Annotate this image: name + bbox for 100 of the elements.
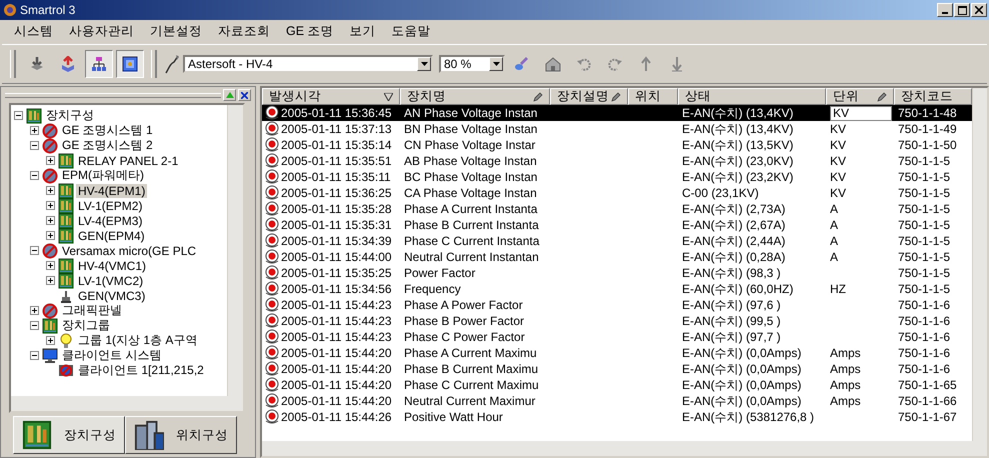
expand-toggle[interactable] xyxy=(29,125,40,136)
pen-icon xyxy=(164,54,180,74)
timestamp: 2005-01-11 15:44:26 xyxy=(281,410,392,424)
gear-icon xyxy=(3,3,17,17)
device-dropdown[interactable]: Astersoft - HV-4 xyxy=(183,55,433,73)
table-cell: C-00 (23,1KV) xyxy=(682,186,759,200)
minus-icon xyxy=(30,351,39,360)
timestamp: 2005-01-11 15:35:51 xyxy=(281,154,392,168)
collapse-toggle[interactable] xyxy=(29,245,40,256)
table-cell: Phase B Power Factor xyxy=(404,314,524,328)
menu-item[interactable]: 도움말 xyxy=(384,22,439,40)
column-header[interactable]: 상태 xyxy=(678,88,826,105)
close-button[interactable] xyxy=(238,89,251,101)
table-cell: 750-1-1-66 xyxy=(898,394,957,408)
maximize-button[interactable] xyxy=(954,3,970,17)
table-cell: 750-1-1-6 xyxy=(898,298,950,312)
column-header[interactable]: 장치코드 xyxy=(894,88,972,105)
toolbar-button[interactable] xyxy=(85,50,113,78)
table-cell: KV xyxy=(830,122,846,136)
column-header[interactable]: 단위 xyxy=(826,88,894,105)
table-cell: E-AN(수치) (0,0Amps) xyxy=(682,361,802,377)
tree-item[interactable]: LV-1(EPM2) xyxy=(76,198,144,212)
expand-toggle[interactable] xyxy=(45,185,56,196)
timestamp: 2005-01-11 15:35:25 xyxy=(281,266,392,280)
toolbar-handle[interactable] xyxy=(10,50,16,78)
blocked-monitor-icon xyxy=(58,362,74,378)
menu-item[interactable]: GE 조명 xyxy=(278,22,342,40)
menu-item[interactable]: 기본설정 xyxy=(142,22,210,40)
timestamp: 2005-01-11 15:35:31 xyxy=(281,218,392,232)
tree-item[interactable]: GEN(EPM4) xyxy=(76,228,147,242)
pencil-icon xyxy=(877,92,887,102)
table-cell: E-AN(수치) (13,5KV) xyxy=(682,137,794,153)
tree-item[interactable]: GE 조명시스템 2 xyxy=(60,137,155,154)
panel-tab[interactable]: 위치구성 xyxy=(125,416,237,454)
column-header[interactable]: 발생시각 xyxy=(262,88,400,105)
collapse-toggle[interactable] xyxy=(29,320,40,331)
tree-item[interactable]: RELAY PANEL 2-1 xyxy=(76,154,180,168)
minus-icon xyxy=(30,141,39,150)
alarm-icon xyxy=(264,313,280,329)
table-cell: HZ xyxy=(830,282,846,296)
expand-toggle[interactable] xyxy=(45,275,56,286)
tree-item[interactable]: GE 조명시스템 1 xyxy=(60,122,155,139)
table-cell: 750-1-1-5 xyxy=(898,266,950,280)
tree-item[interactable]: LV-1(VMC2) xyxy=(76,274,146,288)
tree-item[interactable]: 그룹 1(지상 1층 A구역 xyxy=(76,332,200,349)
collapse-toggle[interactable] xyxy=(13,110,24,121)
timestamp: 2005-01-11 15:37:13 xyxy=(281,122,392,136)
board-icon xyxy=(26,108,42,124)
expand-toggle[interactable] xyxy=(45,230,56,241)
expand-toggle[interactable] xyxy=(45,155,56,166)
board-icon xyxy=(42,318,58,334)
tree-item[interactable]: 클라이언트 시스템 xyxy=(60,347,164,364)
expand-toggle[interactable] xyxy=(45,260,56,271)
horizontal-scrollbar[interactable] xyxy=(11,396,243,411)
tree-item[interactable]: Versamax micro(GE PLC xyxy=(60,244,198,258)
plus-icon xyxy=(46,156,55,165)
menu-item[interactable]: 사용자관리 xyxy=(61,22,142,40)
menu-item[interactable]: 자료조회 xyxy=(210,22,278,40)
tree-item[interactable]: 클라이언트 1[211,215,2 xyxy=(76,362,206,379)
vertical-scrollbar[interactable] xyxy=(972,88,987,441)
table-cell: E-AN(수치) (5381276,8 ) xyxy=(682,409,814,425)
tree-item[interactable]: 장치그룹 xyxy=(60,317,112,334)
column-header[interactable]: 위치 xyxy=(628,88,678,105)
expand-toggle[interactable] xyxy=(45,215,56,226)
expand-toggle[interactable] xyxy=(29,305,40,316)
table-cell: BN Phase Voltage Instan xyxy=(404,122,538,136)
alarm-icon xyxy=(264,121,280,137)
close-button[interactable] xyxy=(971,3,987,17)
box-down-arrow-icon xyxy=(29,56,45,72)
vertical-scrollbar[interactable] xyxy=(227,105,243,396)
collapse-toggle[interactable] xyxy=(29,140,40,151)
tree-item[interactable]: 장치구성 xyxy=(44,107,96,124)
column-header[interactable]: 장치설명 xyxy=(550,88,628,105)
collapse-toggle[interactable] xyxy=(29,170,40,181)
expand-toggle[interactable] xyxy=(45,200,56,211)
tree-item[interactable]: 그래픽판넬 xyxy=(60,302,124,319)
collapse-toggle[interactable] xyxy=(29,350,40,361)
zoom-dropdown[interactable]: 80 % xyxy=(439,55,505,73)
tree-item[interactable]: LV-4(EPM3) xyxy=(76,214,144,228)
tree-item[interactable]: HV-4(EPM1) xyxy=(76,184,148,198)
plus-icon xyxy=(30,126,39,135)
column-header[interactable]: 장치명 xyxy=(400,88,550,105)
tree-item[interactable]: GEN(VMC3) xyxy=(76,288,148,302)
table-cell: E-AN(수치) (0,28A) xyxy=(682,249,786,265)
picture-frame-icon xyxy=(122,56,138,72)
unit-input-field[interactable]: KV xyxy=(830,106,892,120)
alarm-icon xyxy=(264,153,280,169)
menu-item[interactable]: 시스템 xyxy=(6,22,61,40)
minimize-button[interactable] xyxy=(937,3,953,17)
timestamp: 2005-01-11 15:35:11 xyxy=(281,170,391,184)
tree-item[interactable]: HV-4(VMC1) xyxy=(76,258,148,272)
horizontal-scrollbar[interactable] xyxy=(262,441,987,456)
toolbar-handle[interactable] xyxy=(151,50,157,78)
tree-item[interactable]: EPM(파워메타) xyxy=(60,167,146,184)
collapse-button[interactable] xyxy=(223,89,236,101)
expand-toggle[interactable] xyxy=(45,335,56,346)
toolbar-button[interactable] xyxy=(116,50,144,78)
panel-tab[interactable]: 장치구성 xyxy=(13,416,125,454)
table-cell: 750-1-1-5 xyxy=(898,250,950,264)
menu-item[interactable]: 보기 xyxy=(342,22,384,40)
